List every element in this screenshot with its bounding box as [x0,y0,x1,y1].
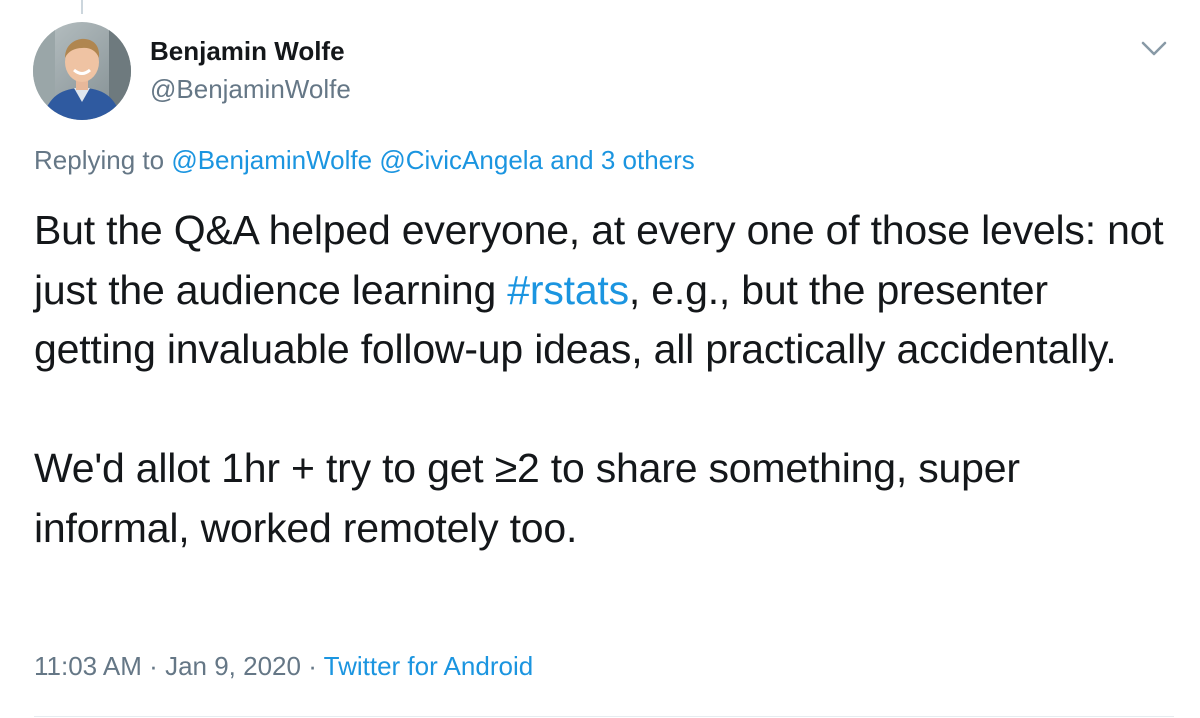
replying-to-label: Replying to [34,145,165,175]
tweet-time[interactable]: 11:03 AM [34,651,142,681]
author-handle[interactable]: @BenjaminWolfe [150,74,351,105]
hashtag-link[interactable]: #rstats [507,267,629,313]
reply-mention-civicangela[interactable]: @CivicAngela [379,145,543,175]
tweet-paragraph-2: We'd allot 1hr + try to get ≥2 to share … [34,445,1020,551]
tweet-source-link[interactable]: Twitter for Android [324,651,534,681]
thread-connector-line [81,0,83,14]
tweet-date[interactable]: Jan 9, 2020 [165,651,301,681]
avatar[interactable] [33,22,131,120]
tweet-text: But the Q&A helped everyone, at every on… [34,201,1174,558]
reply-others-link[interactable]: and 3 others [550,145,695,175]
tweet-meta: 11:03 AM · Jan 9, 2020 · Twitter for And… [34,651,533,682]
meta-separator: · [308,651,317,681]
replying-to-line: Replying to @BenjaminWolfe @CivicAngela … [34,145,695,176]
tweet-paragraph-1: But the Q&A helped everyone, at every on… [34,201,1174,380]
divider [34,716,1174,717]
reply-mention-benjaminwolfe[interactable]: @BenjaminWolfe [171,145,372,175]
meta-separator: · [149,651,158,681]
author-name[interactable]: Benjamin Wolfe [150,36,345,67]
chevron-down-icon[interactable] [1138,34,1170,62]
avatar-photo [33,22,131,120]
